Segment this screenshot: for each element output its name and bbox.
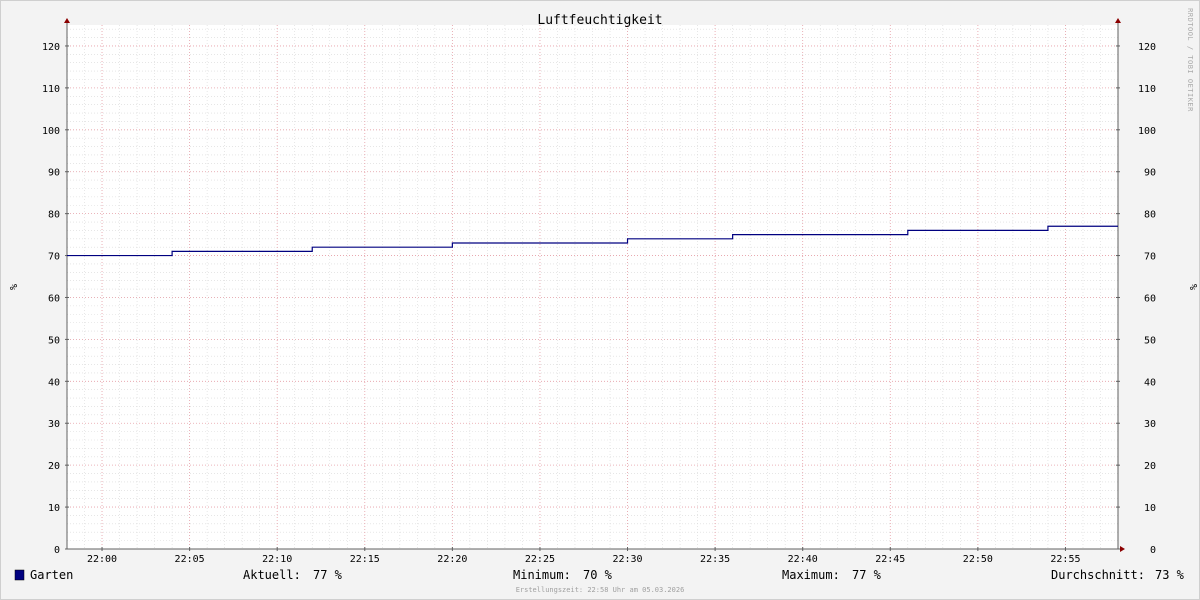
y-tick-label-left: 100 xyxy=(42,126,60,137)
stat-avg-value: 73 % xyxy=(1155,568,1185,582)
x-tick-label: 22:45 xyxy=(875,554,905,565)
y-axis-label-left: % xyxy=(7,284,18,290)
x-tick-label: 22:00 xyxy=(87,554,117,565)
y-tick-label-left: 70 xyxy=(48,252,60,263)
y-tick-label-left: 60 xyxy=(48,293,60,304)
y-tick-label-right: 20 xyxy=(1144,461,1156,472)
watermark: RRDTOOL / TOBI OETIKER xyxy=(1186,8,1194,112)
y-tick-label-right: 90 xyxy=(1144,168,1156,179)
y-axis-label-right: % xyxy=(1187,284,1198,290)
x-axis-arrow xyxy=(1120,546,1125,552)
y-tick-label-right: 80 xyxy=(1144,210,1156,221)
y-tick-label-right: 30 xyxy=(1144,419,1156,430)
chart-title: Luftfeuchtigkeit xyxy=(537,13,662,28)
x-tick-label: 22:30 xyxy=(612,554,642,565)
y-tick-label-left: 20 xyxy=(48,461,60,472)
y-tick-label-left: 80 xyxy=(48,210,60,221)
y-tick-label-right: 100 xyxy=(1138,126,1156,137)
y-tick-label-left: 10 xyxy=(48,503,60,514)
y-tick-label-right: 60 xyxy=(1144,293,1156,304)
stat-min-label: Minimum: xyxy=(513,568,571,582)
x-tick-label: 22:05 xyxy=(175,554,205,565)
y-tick-label-right: 120 xyxy=(1138,42,1156,53)
y-tick-label-right: 50 xyxy=(1144,335,1156,346)
footer-timestamp: Erstellungszeit: 22:58 Uhr am 05.03.2026 xyxy=(516,586,685,594)
legend-series-name: Garten xyxy=(30,568,73,582)
y-tick-label-left: 30 xyxy=(48,419,60,430)
y-tick-label-right: 110 xyxy=(1138,84,1156,95)
x-tick-label: 22:25 xyxy=(525,554,555,565)
y-tick-label-left: 110 xyxy=(42,84,60,95)
stat-current-value: 77 % xyxy=(313,568,343,582)
legend-swatch xyxy=(14,569,25,581)
x-tick-label: 22:35 xyxy=(700,554,730,565)
stat-current-label: Aktuell: xyxy=(243,568,301,582)
x-tick-label: 22:40 xyxy=(788,554,818,565)
y-tick-label-right: 40 xyxy=(1144,377,1156,388)
stat-avg-label: Durchschnitt: xyxy=(1051,568,1145,582)
y-tick-label-left: 0 xyxy=(54,545,60,556)
y-tick-label-left: 50 xyxy=(48,335,60,346)
x-tick-label: 22:15 xyxy=(350,554,380,565)
y-tick-label-left: 40 xyxy=(48,377,60,388)
chart: 0 0 10 10 20 20 30 30 40 40 50 50 60 60 70 70 80 80 90 90 10… xyxy=(7,8,1198,594)
x-tick-label: 22:20 xyxy=(437,554,467,565)
y-tick-label-right: 10 xyxy=(1144,503,1156,514)
x-tick-label: 22:55 xyxy=(1050,554,1080,565)
y-tick-label-left: 90 xyxy=(48,168,60,179)
x-tick-label: 22:10 xyxy=(262,554,292,565)
y-tick-label-right: 0 xyxy=(1150,545,1156,556)
y-tick-label-right: 70 xyxy=(1144,252,1156,263)
stat-max-value: 77 % xyxy=(852,568,882,582)
stat-max-label: Maximum: xyxy=(782,568,840,582)
y-tick-label-left: 120 xyxy=(42,42,60,53)
x-tick-label: 22:50 xyxy=(963,554,993,565)
y-axis-arrow-left xyxy=(64,18,70,23)
y-axis-arrow-right xyxy=(1115,18,1121,23)
stat-min-value: 70 % xyxy=(583,568,613,582)
